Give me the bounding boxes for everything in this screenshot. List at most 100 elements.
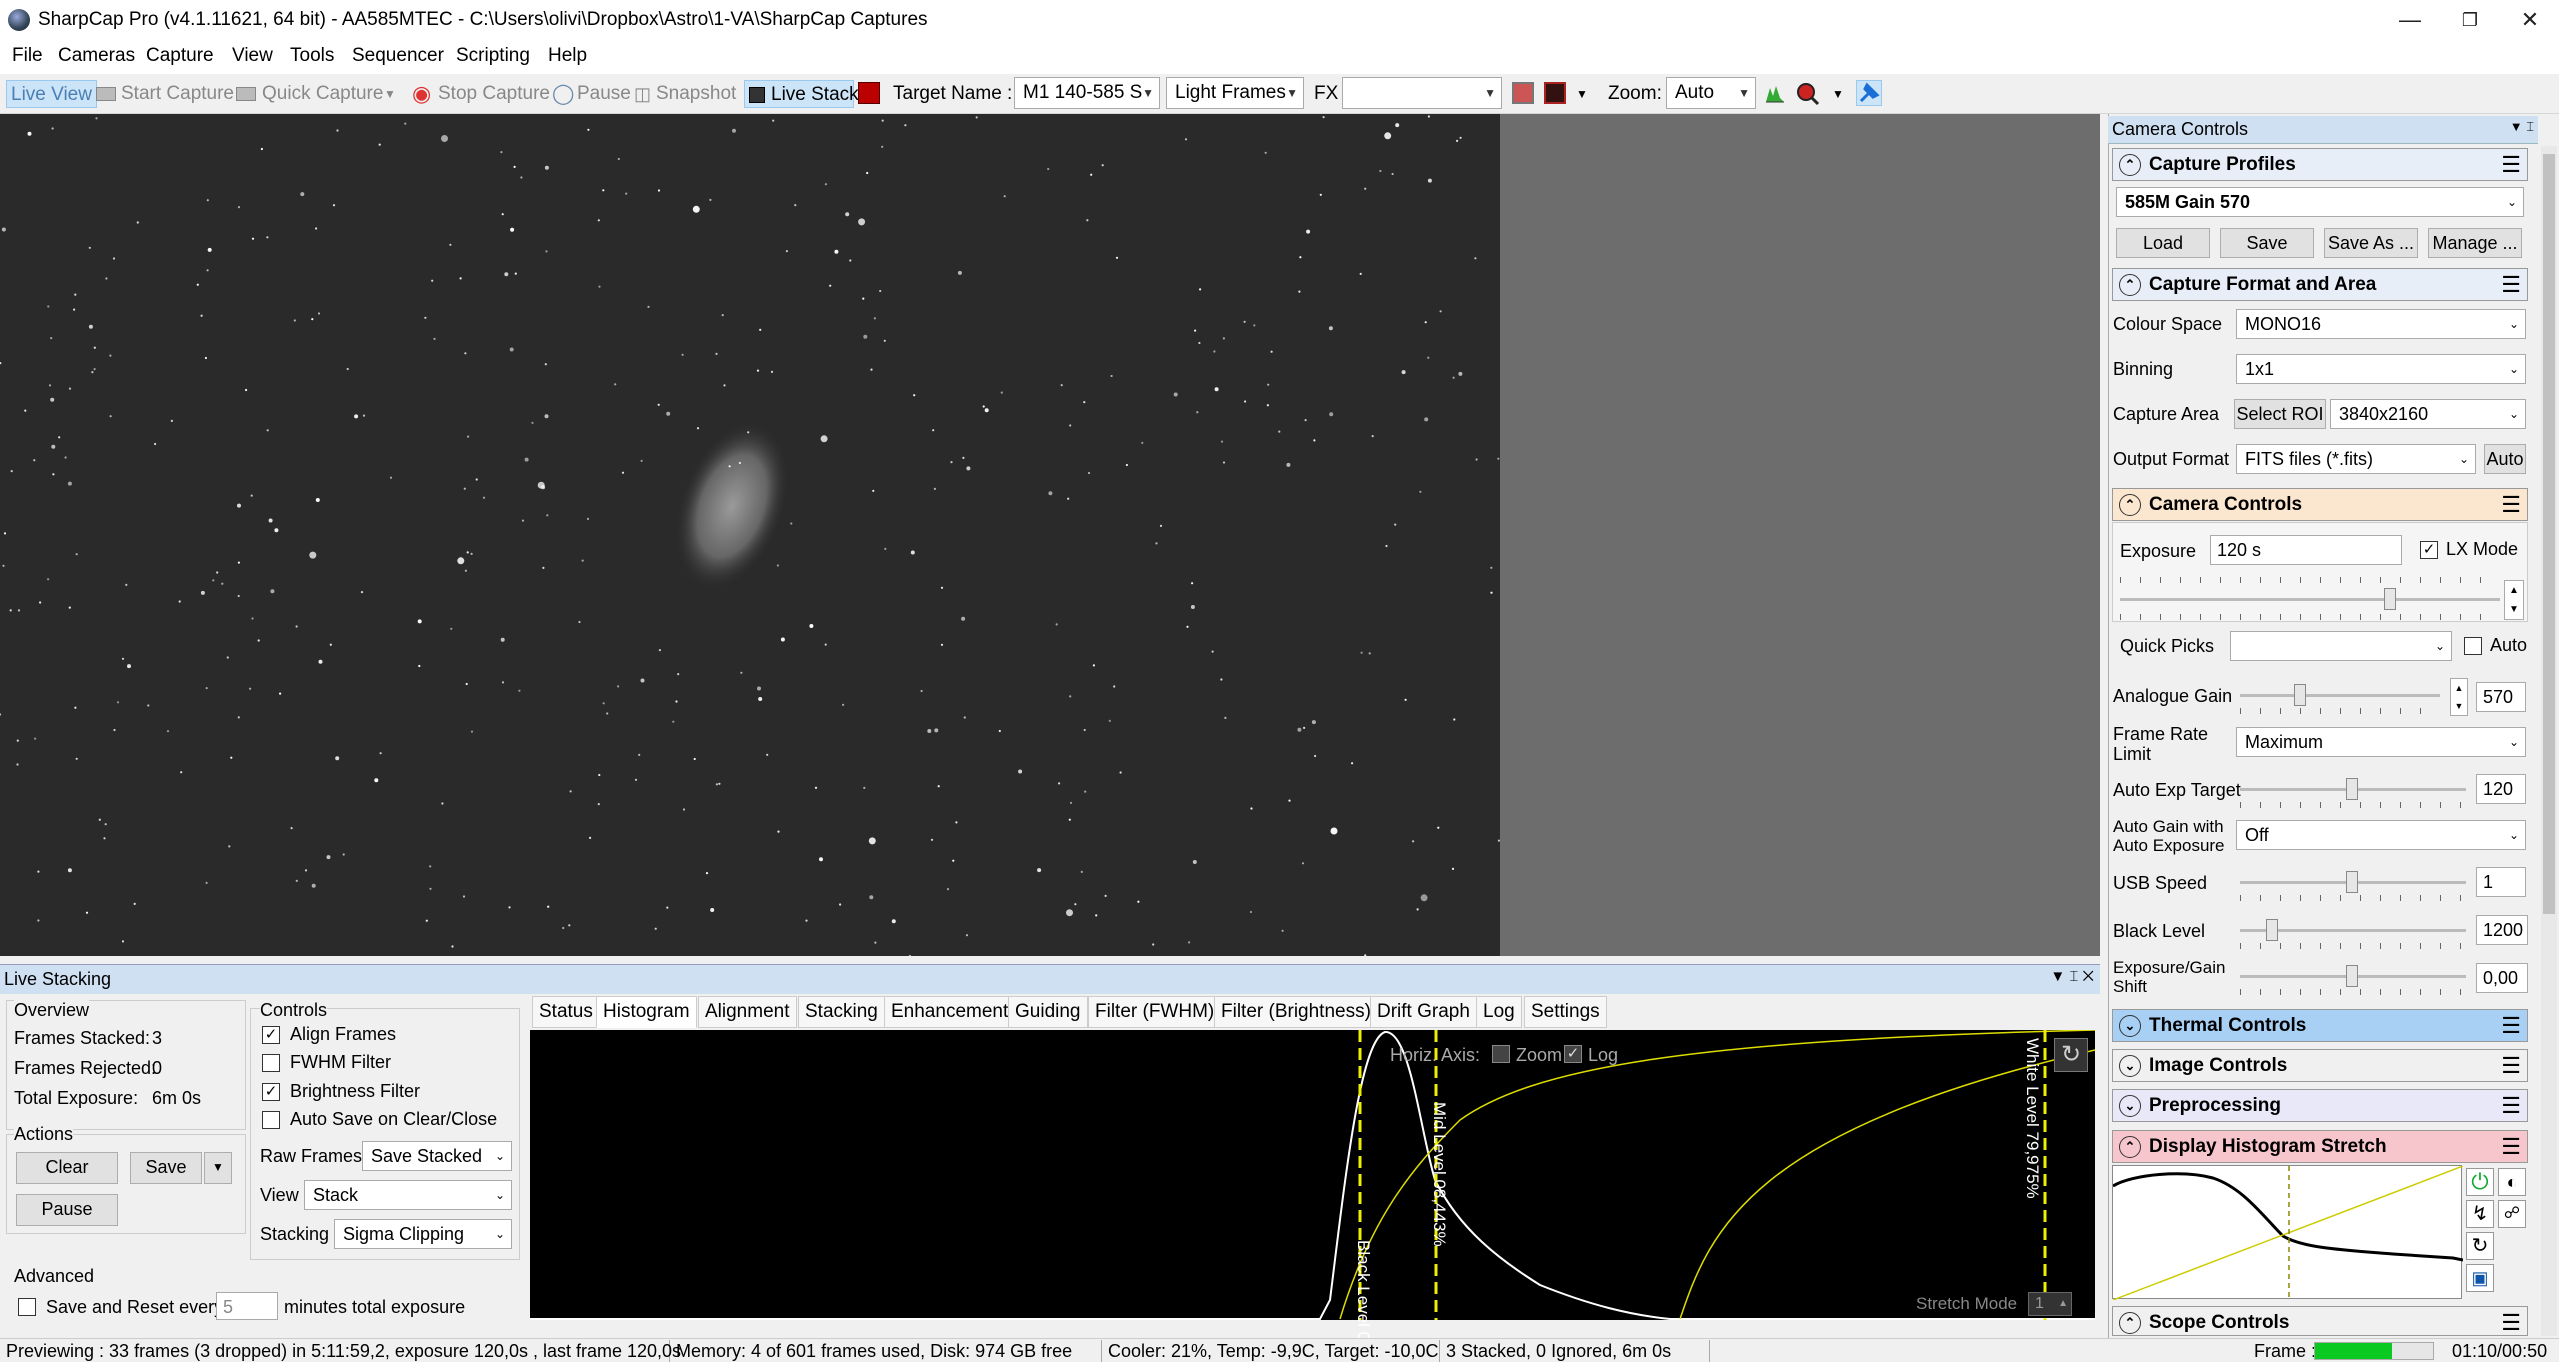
select-roi-button[interactable]: Select ROI [2234,399,2326,429]
menu-tools[interactable]: Tools [290,45,334,67]
manage-button[interactable]: Manage ... [2428,228,2522,258]
colour-space-select[interactable]: MONO16 ⌄ [2236,309,2526,339]
display-histogram-section[interactable]: ⌃ Display Histogram Stretch ☰ [2112,1130,2528,1163]
collapse-icon[interactable]: ⌃ [2119,1136,2141,1158]
start-capture-button[interactable]: Start Capture [121,80,234,108]
menu-help[interactable]: Help [548,45,587,67]
save-stretch-icon[interactable]: ▣ [2466,1264,2494,1292]
menu-sequencer[interactable]: Sequencer [352,45,444,67]
collapse-icon[interactable]: ⌃ [2119,1312,2141,1334]
overlay-dropdown-icon[interactable]: ▼ [1576,80,1588,108]
frame-type-select[interactable]: Light Frames ▼ [1166,77,1304,109]
expand-icon[interactable]: ⌄ [2119,1055,2141,1077]
quick-picks-select[interactable]: ⌄ [2230,631,2452,661]
menu-file[interactable]: File [12,45,43,67]
stretch-mode-spinner[interactable]: 1 ▲ [2028,1292,2072,1316]
align-frames-checkbox[interactable]: ✓ [262,1026,280,1044]
reticle-icon[interactable] [1512,82,1534,104]
night-vision-icon[interactable] [858,82,880,104]
scope-controls-section[interactable]: ⌃ Scope Controls ☰ [2112,1306,2528,1336]
save-dropdown-icon[interactable]: ▼ [204,1152,232,1184]
usb-speed-input[interactable]: 1 [2476,867,2526,897]
menu-cameras[interactable]: Cameras [58,45,135,67]
live-image[interactable] [0,114,1500,956]
hamburger-icon[interactable]: ☰ [2501,1010,2521,1041]
auto-gain-select[interactable]: Off ⌄ [2236,820,2526,850]
tab-drift-graph[interactable]: Drift Graph [1370,996,1477,1028]
hamburger-icon[interactable]: ☰ [2501,269,2521,300]
tab-filter-brightness[interactable]: Filter (Brightness) [1214,996,1378,1028]
pause-button[interactable]: Pause [577,80,631,108]
pause-stack-button[interactable]: Pause [16,1194,118,1226]
clear-button[interactable]: Clear [16,1152,118,1184]
log-checkbox[interactable]: ✓ [1564,1045,1582,1063]
analogue-gain-slider[interactable] [2240,694,2440,697]
histogram-icon[interactable] [1764,82,1786,104]
exp-gain-shift-input[interactable]: 0,00 [2476,963,2528,993]
display-histogram-graph[interactable] [2112,1165,2464,1301]
output-format-select[interactable]: FITS files (*.fits) ⌄ [2236,444,2476,474]
expand-icon[interactable]: ⌄ [2119,1015,2141,1037]
exp-gain-shift-thumb[interactable] [2346,965,2358,987]
fwhm-filter-checkbox[interactable] [262,1054,280,1072]
hamburger-icon[interactable]: ☰ [2501,1131,2521,1162]
auto-exposure-checkbox[interactable] [2464,637,2482,655]
auto-stretch-icon[interactable]: ↯ [2466,1200,2494,1228]
reset-icon[interactable]: ↻ [2466,1232,2494,1260]
analogue-gain-thumb[interactable] [2294,684,2306,706]
collapse-icon[interactable]: ⌃ [2119,274,2141,296]
tab-settings[interactable]: Settings [1524,996,1607,1028]
collapse-icon[interactable]: ⌃ [2119,494,2141,516]
hamburger-icon[interactable]: ☰ [2501,489,2521,520]
save-profile-button[interactable]: Save [2220,228,2314,258]
stacking-select[interactable]: Sigma Clipping ⌄ [334,1219,512,1249]
auto-save-checkbox[interactable] [262,1111,280,1129]
exposure-slider[interactable] [2120,598,2500,601]
exposure-slider-thumb[interactable] [2384,588,2396,610]
lock-icon[interactable]: ☍ [2498,1200,2526,1228]
zoom-checkbox[interactable] [1492,1045,1510,1063]
save-as-button[interactable]: Save As ... [2324,228,2418,258]
frame-rate-select[interactable]: Maximum ⌄ [2236,727,2526,757]
lx-mode-checkbox[interactable]: ✓ [2420,541,2438,559]
menu-scripting[interactable]: Scripting [456,45,530,67]
expand-icon[interactable]: ⌄ [2119,1095,2141,1117]
profile-select[interactable]: 585M Gain 570 ⌄ [2116,187,2524,217]
hamburger-icon[interactable]: ☰ [2501,149,2521,180]
tab-enhancement[interactable]: Enhancement [884,996,1016,1028]
snapshot-button[interactable]: Snapshot [656,80,736,108]
power-icon[interactable]: ⏻ [2466,1168,2494,1196]
brightness-filter-checkbox[interactable]: ✓ [262,1083,280,1101]
fx-select[interactable]: ▼ [1342,77,1502,109]
auto-format-button[interactable]: Auto [2484,444,2526,474]
scrollbar-thumb[interactable] [2543,154,2555,914]
exposure-spinner[interactable]: ▲ ▼ [2504,580,2524,620]
minimize-icon[interactable]: — [2380,0,2440,40]
tab-histogram[interactable]: Histogram [596,996,697,1028]
load-button[interactable]: Load [2116,228,2210,258]
live-stack-button[interactable]: Live Stack [744,80,859,108]
collapse-icon[interactable]: ⌃ [2119,154,2141,176]
tab-status[interactable]: Status [532,996,600,1028]
auto-exp-target-input[interactable]: 120 [2476,774,2526,804]
target-name-combo[interactable]: M1 140-585 S ▼ [1014,77,1160,109]
pin-icon[interactable] [1856,80,1882,106]
tab-alignment[interactable]: Alignment [698,996,797,1028]
quick-capture-dropdown-icon[interactable]: ▼ [384,80,396,108]
usb-speed-thumb[interactable] [2346,871,2358,893]
zoom-select[interactable]: Auto ▼ [1666,77,1756,109]
raw-frames-select[interactable]: Save Stacked ⌄ [362,1141,512,1171]
menu-view[interactable]: View [232,45,273,67]
zoom-red-icon[interactable] [1796,82,1820,106]
reset-histogram-icon[interactable]: ↻ [2054,1038,2088,1072]
capture-area-select[interactable]: 3840x2160 ⌄ [2330,399,2526,429]
stop-capture-button[interactable]: Stop Capture [438,80,550,108]
thermal-controls-section[interactable]: ⌄ Thermal Controls ☰ [2112,1009,2528,1042]
gain-spinner[interactable]: ▲ ▼ [2450,678,2468,716]
capture-profiles-section[interactable]: ⌃ Capture Profiles ☰ [2112,148,2528,181]
stack-histogram[interactable] [530,1029,2096,1320]
maximize-icon[interactable]: ❐ [2440,0,2500,40]
black-level-input[interactable]: 1200 [2476,915,2528,945]
live-view-button[interactable]: Live View [6,80,97,108]
hamburger-icon[interactable]: ☰ [2501,1090,2521,1121]
